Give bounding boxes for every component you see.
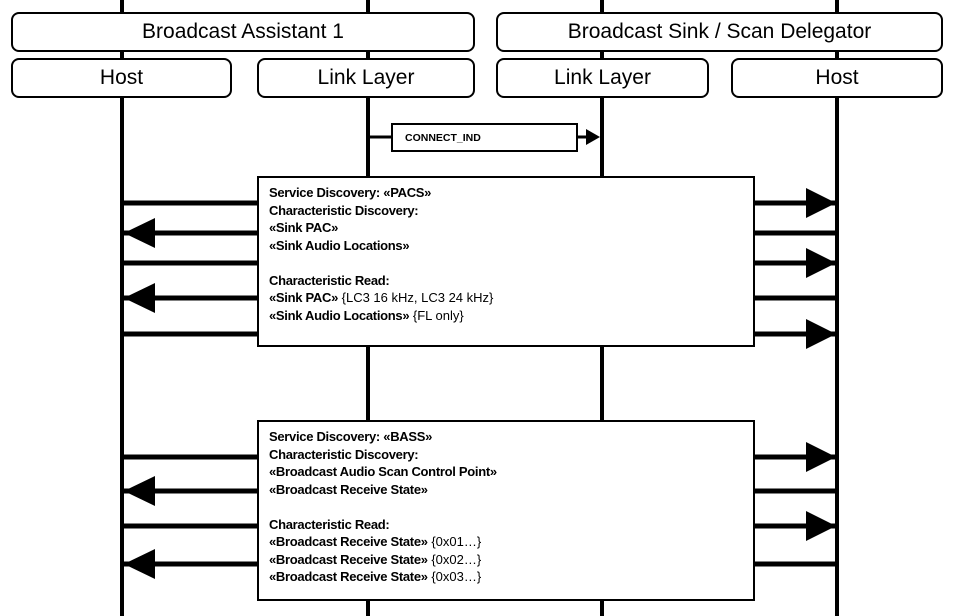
arrowhead-right-icon [806, 319, 836, 349]
message-line: «Broadcast Audio Scan Control Point» [269, 463, 743, 481]
bass-discovery-box: Service Discovery: «BASS» Characteristic … [257, 420, 755, 601]
message-line [269, 498, 743, 516]
message-line: Characteristic Discovery: [269, 446, 743, 464]
lifeline-label: Host [99, 66, 144, 89]
message-line: Characteristic Read: [269, 516, 743, 534]
arrowhead-right-icon [806, 248, 836, 278]
message-line-bold: «Broadcast Receive State» [269, 569, 428, 584]
message-line-bold: Characteristic Discovery: [269, 446, 419, 462]
message-line: «Broadcast Receive State» [269, 481, 743, 499]
lifeline-label: Host [815, 66, 859, 89]
arrowhead-right-icon [806, 188, 836, 218]
message-line-bold: «Broadcast Audio Scan Control Point» [269, 464, 497, 479]
message-line-value: {FL only} [409, 307, 464, 323]
message-line-bold: «Broadcast Receive State» [269, 481, 428, 497]
message-line: Service Discovery: «PACS» [269, 184, 743, 202]
group-broadcast-assistant-label: Broadcast Assistant 1 [142, 20, 344, 43]
message-line: «Broadcast Receive State» {0x01…} [269, 533, 743, 551]
arrowhead-left-icon [124, 283, 155, 313]
message-line-bold: «Sink PAC» [269, 290, 339, 305]
message-line: «Sink PAC» [269, 219, 743, 237]
arrowhead-left-icon [124, 218, 155, 248]
message-line: «Sink Audio Locations» {FL only} [269, 307, 743, 325]
message-line-value: {0x01…} [427, 534, 482, 549]
message-line-bold: Characteristic Discovery: [269, 202, 419, 218]
message-line-bold: Service Discovery: «BASS» [269, 429, 433, 444]
group-broadcast-assistant: Broadcast Assistant 1 [11, 12, 475, 52]
message-line-bold: Service Discovery: «PACS» [269, 185, 432, 200]
message-line: «Sink PAC» {LC3 16 kHz, LC3 24 kHz} [269, 289, 743, 307]
connect-ind-message: CONNECT_IND [391, 123, 578, 152]
arrowhead-right-icon [806, 442, 836, 472]
message-line-bold: Characteristic Read: [269, 516, 390, 532]
message-line-bold: «Sink Audio Locations» [269, 237, 410, 253]
message-line-bold: «Sink Audio Locations» [269, 307, 410, 323]
message-line: Characteristic Read: [269, 272, 743, 290]
message-line-value: {0x02…} [427, 551, 482, 567]
lifeline-header-assistant-host: Host [11, 58, 232, 98]
message-line-value: {LC3 16 kHz, LC3 24 kHz} [338, 290, 494, 305]
message-line-bold: «Broadcast Receive State» [269, 551, 428, 567]
lifeline-label: Link Layer [317, 66, 415, 89]
lifeline-header-assistant-link-layer: Link Layer [257, 58, 475, 98]
arrowhead-left-icon [124, 476, 155, 506]
message-line: «Sink Audio Locations» [269, 237, 743, 255]
message-line [269, 254, 743, 272]
message-line-value: {0x03…} [427, 569, 482, 584]
pacs-discovery-box: Service Discovery: «PACS» Characteristic … [257, 176, 755, 347]
group-broadcast-sink: Broadcast Sink / Scan Delegator [496, 12, 943, 52]
message-line: «Broadcast Receive State» {0x02…} [269, 551, 743, 569]
message-line: Characteristic Discovery: [269, 202, 743, 220]
connect-ind-label: CONNECT_IND [405, 131, 481, 144]
lifeline-header-sink-host: Host [731, 58, 943, 98]
connect-ind-arrowhead-icon [586, 129, 600, 145]
group-broadcast-sink-label: Broadcast Sink / Scan Delegator [567, 20, 872, 43]
arrowhead-right-icon [806, 511, 836, 541]
arrowhead-left-icon [124, 549, 155, 579]
lifeline-label: Link Layer [554, 66, 651, 89]
message-line: Service Discovery: «BASS» [269, 428, 743, 446]
message-line-bold: «Sink PAC» [269, 220, 339, 235]
message-line: «Broadcast Receive State» {0x03…} [269, 568, 743, 586]
lifeline-header-sink-link-layer: Link Layer [496, 58, 709, 98]
message-line-bold: Characteristic Read: [269, 272, 390, 288]
message-line-bold: «Broadcast Receive State» [269, 534, 428, 549]
